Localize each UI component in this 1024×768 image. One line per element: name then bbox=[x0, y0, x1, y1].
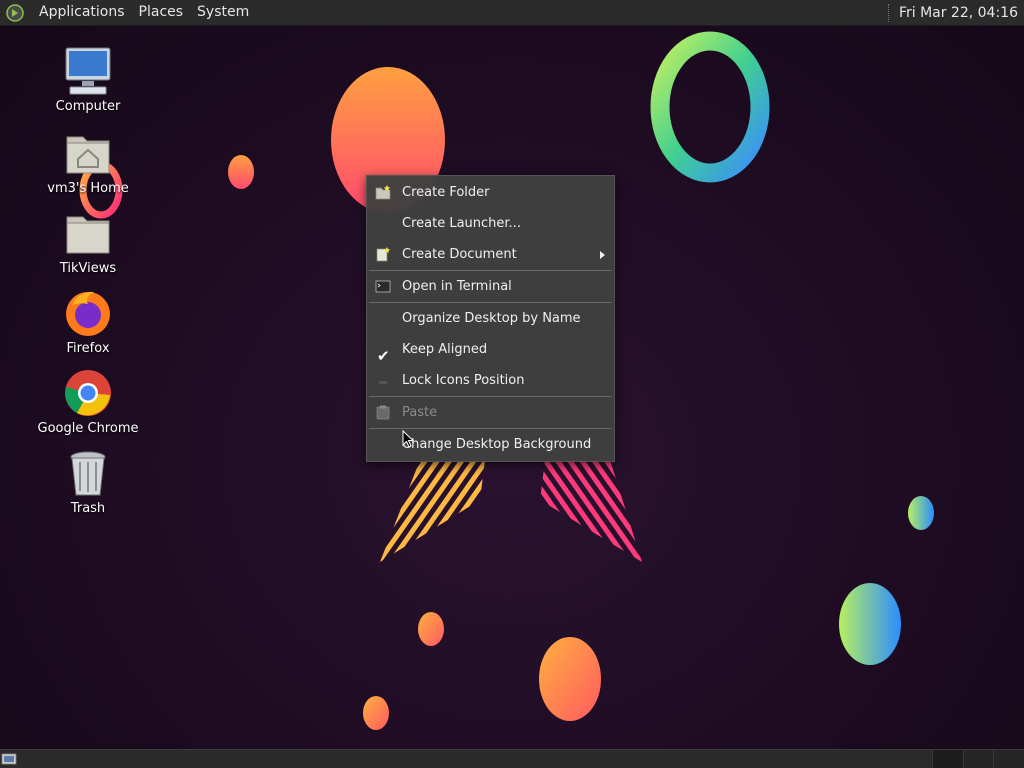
folder-icon bbox=[66, 216, 110, 254]
workspace-2[interactable] bbox=[962, 750, 994, 768]
menu-item-create-folder[interactable]: Create Folder bbox=[367, 177, 614, 208]
workspace-1[interactable] bbox=[932, 750, 963, 768]
places-menu[interactable]: Places bbox=[132, 0, 191, 25]
menu-item-lock-icons[interactable]: Lock Icons Position bbox=[367, 365, 614, 396]
desktop-icon-home[interactable]: vm3's Home bbox=[33, 127, 143, 197]
submenu-arrow-icon bbox=[600, 251, 605, 259]
lock-icon bbox=[379, 381, 387, 384]
menu-item-label: Paste bbox=[402, 405, 438, 420]
desktop-icon-label: vm3's Home bbox=[47, 181, 129, 196]
menu-item-create-document[interactable]: Create Document bbox=[367, 239, 614, 270]
terminal-icon bbox=[375, 280, 391, 293]
menu-item-paste: Paste bbox=[367, 397, 614, 428]
menu-item-label: Change Desktop Background bbox=[402, 437, 592, 452]
desktop-icon-chrome[interactable]: Google Chrome bbox=[33, 367, 143, 437]
home-folder-icon bbox=[66, 136, 110, 174]
desktop-icon-computer[interactable]: Computer bbox=[33, 45, 143, 115]
desktop-icon-firefox[interactable]: Firefox bbox=[33, 287, 143, 357]
clock-area: Fri Mar 22, 04:16 bbox=[887, 0, 1024, 25]
menu-item-label: Lock Icons Position bbox=[402, 373, 525, 388]
desktop-icon-label: TikViews bbox=[59, 261, 117, 276]
show-desktop-icon[interactable] bbox=[1, 751, 17, 766]
menu-item-open-terminal[interactable]: Open in Terminal bbox=[367, 271, 614, 302]
desktop-icon-label: Firefox bbox=[66, 341, 110, 356]
mouse-pointer-icon bbox=[402, 430, 414, 448]
workspace-switcher[interactable] bbox=[932, 750, 1024, 768]
paste-icon bbox=[376, 405, 390, 420]
desktop-icon-trash[interactable]: Trash bbox=[33, 447, 143, 517]
new-document-icon bbox=[376, 247, 390, 262]
trash-icon bbox=[70, 451, 106, 496]
applications-menu[interactable]: Applications bbox=[32, 0, 132, 25]
computer-icon bbox=[65, 47, 111, 95]
desktop-context-menu: Create Folder Create Launcher... Create … bbox=[366, 175, 615, 462]
firefox-icon bbox=[66, 291, 110, 336]
top-panel: Applications Places System Fri Mar 22, 0… bbox=[0, 0, 1024, 26]
panel-separator bbox=[887, 3, 893, 22]
system-menu[interactable]: System bbox=[190, 0, 256, 25]
desktop-icon-tikviews[interactable]: TikViews bbox=[33, 207, 143, 277]
desktop-icon-label: Trash bbox=[70, 501, 106, 516]
distro-logo-icon bbox=[6, 3, 24, 22]
menu-item-label: Create Document bbox=[402, 247, 517, 262]
desktop-icon-label: Google Chrome bbox=[37, 421, 139, 436]
clock[interactable]: Fri Mar 22, 04:16 bbox=[899, 5, 1024, 21]
menu-item-create-launcher[interactable]: Create Launcher... bbox=[367, 208, 614, 239]
menu-item-label: Create Folder bbox=[402, 185, 490, 200]
menu-item-label: Organize Desktop by Name bbox=[402, 311, 581, 326]
desktop-icon-label: Computer bbox=[55, 99, 121, 114]
new-folder-icon bbox=[375, 185, 391, 200]
menu-item-organize-by-name[interactable]: Organize Desktop by Name bbox=[367, 303, 614, 334]
workspace-3[interactable] bbox=[993, 750, 1024, 768]
menu-item-label: Keep Aligned bbox=[402, 342, 488, 357]
menu-item-label: Open in Terminal bbox=[402, 279, 512, 294]
chrome-icon bbox=[65, 370, 111, 416]
menu-item-label: Create Launcher... bbox=[402, 216, 521, 231]
bottom-panel bbox=[0, 749, 1024, 768]
menu-item-keep-aligned[interactable]: ✔ Keep Aligned bbox=[367, 334, 614, 365]
